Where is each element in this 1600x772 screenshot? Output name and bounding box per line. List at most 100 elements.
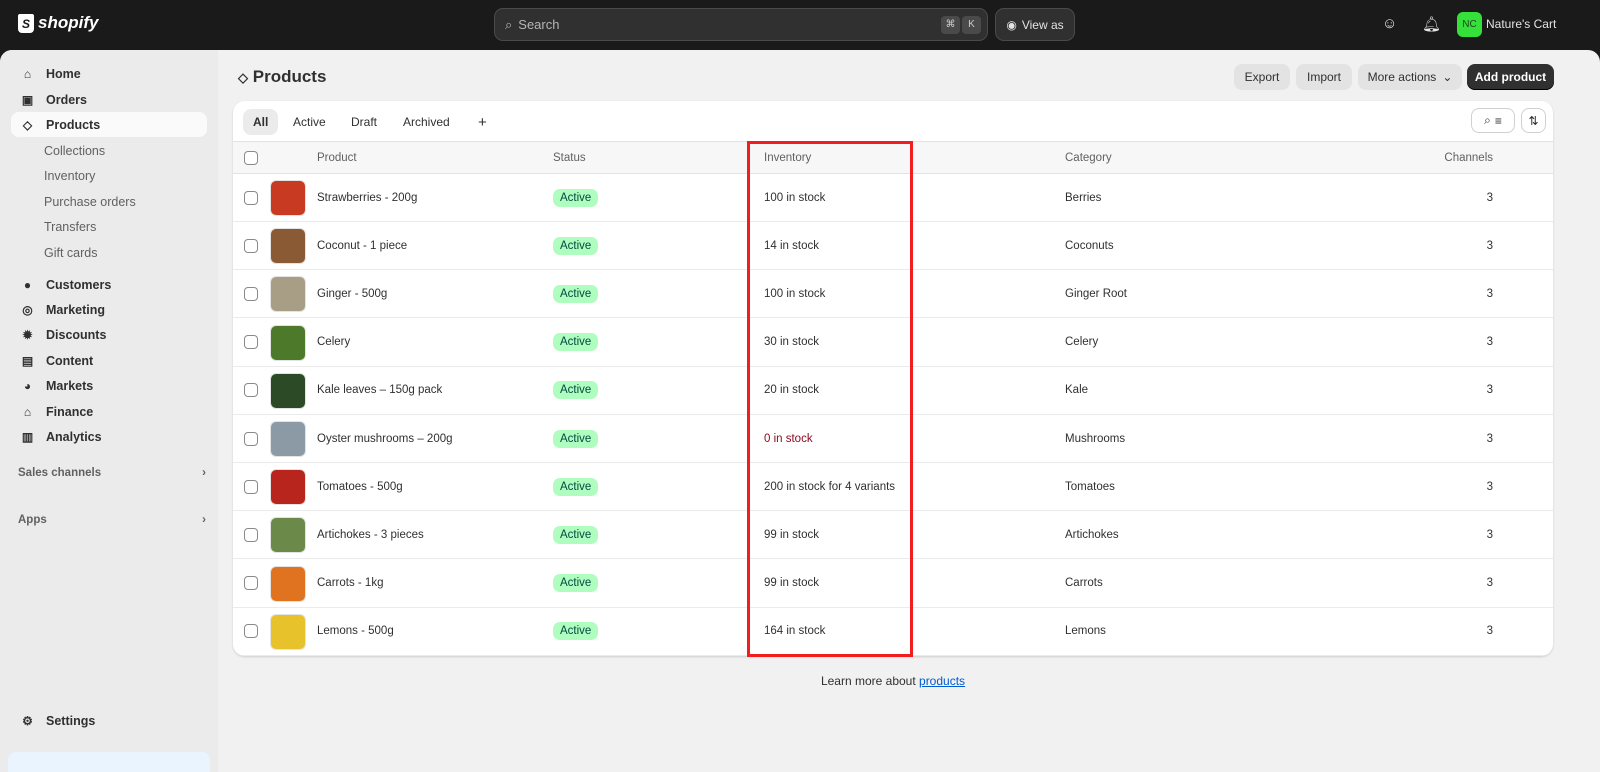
category-value: Ginger Root [1065,287,1128,300]
product-name[interactable]: Strawberries - 200g [317,192,417,204]
product-name[interactable]: Coconut - 1 piece [317,240,407,252]
eye-icon: ◉ [1006,17,1017,32]
sidebar-item-marketing[interactable]: ◎ Marketing [11,297,207,322]
sidebar-subitem-label: Inventory [44,169,96,183]
tab-active[interactable]: Active [283,109,336,135]
product-name[interactable]: Lemons - 500g [317,625,394,637]
product-name[interactable]: Artichokes - 3 pieces [317,529,424,541]
status-badge: Active [553,236,599,255]
sidekick-icon[interactable]: ☺ [1382,15,1397,32]
sidebar-item-label: Analytics [46,429,102,444]
sidebar-item-customers[interactable]: ● Customers [11,272,207,297]
row-checkbox[interactable] [244,479,258,494]
category-value: Berries [1065,191,1102,204]
product-thumbnail[interactable] [270,372,306,409]
search-filter-button[interactable]: ⌕ ≡ [1471,108,1515,133]
shopify-logo[interactable]: Sshopify [18,13,98,33]
row-checkbox[interactable] [244,527,258,542]
add-product-button[interactable]: Add product [1467,64,1554,90]
product-thumbnail[interactable] [270,469,306,506]
products-link[interactable]: products [919,674,965,688]
product-thumbnail[interactable] [270,180,306,216]
export-button[interactable]: Export [1234,64,1290,90]
sidebar-item-markets[interactable]: ◕ Markets [11,374,207,399]
globe-icon: ◕ [23,379,32,394]
column-category[interactable]: Category [1065,152,1112,164]
tab-archived[interactable]: Archived [393,109,460,135]
channels-value: 3 [1486,577,1493,590]
category-value: Artichokes [1065,528,1119,541]
view-as-button[interactable]: ◉ View as [995,8,1075,41]
tab-draft[interactable]: Draft [341,109,387,135]
product-thumbnail[interactable] [270,565,306,602]
product-name[interactable]: Ginger - 500g [317,288,387,300]
shopify-bag-icon: S [18,13,34,33]
row-checkbox[interactable] [244,431,258,446]
sidebar-item-products[interactable]: ◇ Products [11,112,207,137]
view-as-label: View as [1021,17,1064,32]
chevron-right-icon: › [202,514,206,526]
product-thumbnail[interactable] [270,517,306,554]
sidebar-subitem[interactable]: Purchase orders [11,189,207,214]
category-value: Carrots [1065,577,1103,590]
product-name[interactable]: Tomatoes - 500g [317,481,403,493]
product-thumbnail[interactable] [270,228,306,265]
sidebar-item-discounts[interactable]: ✹ Discounts [11,323,207,348]
column-channels[interactable]: Channels [1444,152,1493,164]
row-checkbox[interactable] [244,286,258,301]
sidebar-subitem[interactable]: Collections [11,138,207,163]
category-value: Kale [1065,384,1089,397]
sidebar-subitem[interactable]: Transfers [11,215,207,240]
inventory-highlight-box [747,141,913,657]
add-view-button[interactable]: + [468,109,497,135]
sales-channels-section[interactable]: Sales channels › [18,467,206,479]
product-thumbnail[interactable] [270,276,306,313]
row-checkbox[interactable] [244,624,258,639]
column-product[interactable]: Product [317,152,357,164]
status-badge: Active [553,188,599,207]
import-button[interactable]: Import [1296,64,1352,90]
chevron-right-icon: › [202,467,206,479]
store-name[interactable]: Nature's Cart [1486,17,1556,31]
apps-section[interactable]: Apps › [18,514,206,526]
product-name[interactable]: Carrots - 1kg [317,577,383,589]
search-input[interactable]: ⌕ Search ⌘ K [494,8,988,41]
sidebar-item-content[interactable]: ▤ Content [11,348,207,373]
sidebar-item-orders[interactable]: ▣ Orders [11,87,207,112]
product-thumbnail[interactable] [270,421,306,457]
product-thumbnail[interactable] [270,324,306,361]
status-badge: Active [553,429,599,448]
status-badge-text: Active [553,381,599,400]
column-status[interactable]: Status [553,152,586,164]
avatar[interactable]: NC [1457,12,1482,37]
gear-icon: ⚙ [22,713,33,728]
sidebar-item-label: Products [46,117,101,132]
sidebar-subitem[interactable]: Gift cards [11,240,207,265]
sort-button[interactable]: ⇅ [1521,108,1546,133]
status-badge: Active [553,574,599,593]
product-thumbnail[interactable] [270,613,306,650]
row-checkbox[interactable] [244,335,258,350]
row-checkbox[interactable] [244,190,258,205]
sidebar-item-home[interactable]: ⌂ Home [11,61,207,86]
select-all-checkbox[interactable] [244,150,258,165]
status-badge-text: Active [553,284,599,303]
sidebar-item-finance[interactable]: ⌂ Finance [11,399,207,424]
sidebar-subitem[interactable]: Inventory [11,164,207,189]
category-value: Tomatoes [1065,480,1115,493]
bell-icon[interactable]: 🔔︎ [1422,15,1441,33]
sidebar-item-settings[interactable]: ⚙ Settings [11,708,207,733]
sidebar-item-label: Customers [46,277,112,292]
product-name[interactable]: Oyster mushrooms – 200g [317,433,453,445]
sidebar-subitem-label: Purchase orders [44,194,136,209]
product-name[interactable]: Kale leaves – 150g pack [317,384,442,396]
row-checkbox[interactable] [244,383,258,398]
row-checkbox[interactable] [244,576,258,591]
row-checkbox[interactable] [244,238,258,253]
tab-all[interactable]: All [243,109,279,135]
sidebar-item-analytics[interactable]: ▥ Analytics [11,424,207,449]
status-badge: Active [553,525,599,544]
more-actions-button[interactable]: More actions ⌄ [1358,64,1462,90]
status-badge: Active [553,477,599,496]
product-name[interactable]: Celery [317,336,350,348]
